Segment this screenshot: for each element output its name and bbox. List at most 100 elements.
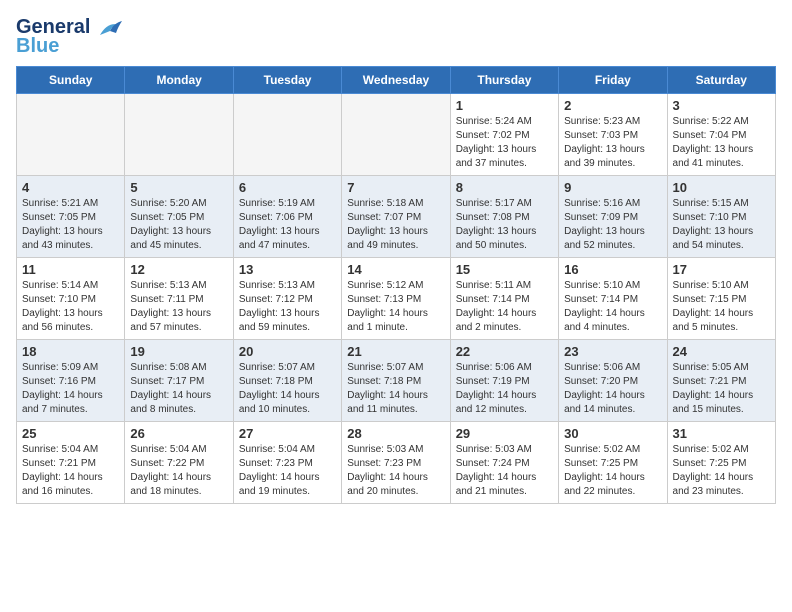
- calendar-cell: 25Sunrise: 5:04 AM Sunset: 7:21 PM Dayli…: [17, 422, 125, 504]
- logo-bird-icon: [92, 17, 124, 39]
- calendar-cell: 2Sunrise: 5:23 AM Sunset: 7:03 PM Daylig…: [559, 94, 667, 176]
- day-header-saturday: Saturday: [667, 67, 775, 94]
- cell-info: Sunrise: 5:24 AM Sunset: 7:02 PM Dayligh…: [456, 115, 553, 171]
- calendar-cell: 23 Sunrise: 5:06 AM Sunset: 7:20 PM Dayli…: [559, 340, 667, 422]
- week-row-5: 25Sunrise: 5:04 AM Sunset: 7:21 PM Dayli…: [17, 422, 776, 504]
- calendar-cell: 4 Sunrise: 5:21 AM Sunset: 7:05 PM Daylig…: [17, 176, 125, 258]
- calendar-cell: 17 Sunrise: 5:10 AM Sunset: 7:15 PM Dayli…: [667, 258, 775, 340]
- week-row-2: 4 Sunrise: 5:21 AM Sunset: 7:05 PM Daylig…: [17, 176, 776, 258]
- date-number: 15: [456, 262, 553, 277]
- cell-info: Sunrise: 5:08 AM Sunset: 7:17 PM Dayligh…: [130, 361, 227, 417]
- cell-info: Sunrise: 5:10 AM Sunset: 7:14 PM Dayligh…: [564, 279, 661, 335]
- calendar-cell: 19Sunrise: 5:08 AM Sunset: 7:17 PM Dayli…: [125, 340, 233, 422]
- cell-info: Sunrise: 5:21 AM Sunset: 7:05 PM Dayligh…: [22, 197, 119, 253]
- cell-info: Sunrise: 5:03 AM Sunset: 7:24 PM Dayligh…: [456, 443, 553, 499]
- date-number: 6: [239, 180, 336, 195]
- calendar-cell: 13Sunrise: 5:13 AM Sunset: 7:12 PM Dayli…: [233, 258, 341, 340]
- day-header-tuesday: Tuesday: [233, 67, 341, 94]
- calendar-cell: [17, 94, 125, 176]
- date-number: 31: [673, 426, 770, 441]
- date-number: 3: [673, 98, 770, 113]
- cell-info: Sunrise: 5:02 AM Sunset: 7:25 PM Dayligh…: [673, 443, 770, 499]
- calendar-cell: 18Sunrise: 5:09 AM Sunset: 7:16 PM Dayli…: [17, 340, 125, 422]
- calendar-cell: 16 Sunrise: 5:10 AM Sunset: 7:14 PM Dayli…: [559, 258, 667, 340]
- day-header-friday: Friday: [559, 67, 667, 94]
- date-number: 22: [456, 344, 553, 359]
- date-number: 1: [456, 98, 553, 113]
- calendar-cell: 7 Sunrise: 5:18 AM Sunset: 7:07 PM Daylig…: [342, 176, 450, 258]
- cell-info: Sunrise: 5:18 AM Sunset: 7:07 PM Dayligh…: [347, 197, 444, 253]
- cell-info: Sunrise: 5:04 AM Sunset: 7:22 PM Dayligh…: [130, 443, 227, 499]
- calendar-cell: 1 Sunrise: 5:24 AM Sunset: 7:02 PM Daylig…: [450, 94, 558, 176]
- date-number: 7: [347, 180, 444, 195]
- date-number: 9: [564, 180, 661, 195]
- calendar-cell: 9 Sunrise: 5:16 AM Sunset: 7:09 PM Daylig…: [559, 176, 667, 258]
- cell-info: Sunrise: 5:02 AM Sunset: 7:25 PM Dayligh…: [564, 443, 661, 499]
- cell-info: Sunrise: 5:19 AM Sunset: 7:06 PM Dayligh…: [239, 197, 336, 253]
- calendar-cell: 10 Sunrise: 5:15 AM Sunset: 7:10 PM Dayli…: [667, 176, 775, 258]
- date-number: 10: [673, 180, 770, 195]
- calendar-cell: 8 Sunrise: 5:17 AM Sunset: 7:08 PM Daylig…: [450, 176, 558, 258]
- cell-info: Sunrise: 5:22 AM Sunset: 7:04 PM Dayligh…: [673, 115, 770, 171]
- calendar-cell: 28 Sunrise: 5:03 AM Sunset: 7:23 PM Dayli…: [342, 422, 450, 504]
- page-header: General Blue: [16, 16, 776, 58]
- calendar-cell: 6 Sunrise: 5:19 AM Sunset: 7:06 PM Daylig…: [233, 176, 341, 258]
- calendar-cell: 31 Sunrise: 5:02 AM Sunset: 7:25 PM Dayli…: [667, 422, 775, 504]
- logo: General Blue: [16, 16, 124, 58]
- cell-info: Sunrise: 5:14 AM Sunset: 7:10 PM Dayligh…: [22, 279, 119, 335]
- day-header-wednesday: Wednesday: [342, 67, 450, 94]
- calendar-cell: [233, 94, 341, 176]
- header-row: SundayMondayTuesdayWednesdayThursdayFrid…: [17, 67, 776, 94]
- calendar-cell: 27 Sunrise: 5:04 AM Sunset: 7:23 PM Dayli…: [233, 422, 341, 504]
- week-row-4: 18Sunrise: 5:09 AM Sunset: 7:16 PM Dayli…: [17, 340, 776, 422]
- cell-info: Sunrise: 5:23 AM Sunset: 7:03 PM Dayligh…: [564, 115, 661, 171]
- calendar-cell: 15 Sunrise: 5:11 AM Sunset: 7:14 PM Dayli…: [450, 258, 558, 340]
- cell-info: Sunrise: 5:12 AM Sunset: 7:13 PM Dayligh…: [347, 279, 444, 335]
- calendar-cell: 29 Sunrise: 5:03 AM Sunset: 7:24 PM Dayli…: [450, 422, 558, 504]
- day-header-sunday: Sunday: [17, 67, 125, 94]
- date-number: 30: [564, 426, 661, 441]
- cell-info: Sunrise: 5:03 AM Sunset: 7:23 PM Dayligh…: [347, 443, 444, 499]
- cell-info: Sunrise: 5:15 AM Sunset: 7:10 PM Dayligh…: [673, 197, 770, 253]
- date-number: 26: [130, 426, 227, 441]
- date-number: 21: [347, 344, 444, 359]
- date-number: 17: [673, 262, 770, 277]
- day-header-thursday: Thursday: [450, 67, 558, 94]
- date-number: 5: [130, 180, 227, 195]
- calendar-cell: 26 Sunrise: 5:04 AM Sunset: 7:22 PM Dayli…: [125, 422, 233, 504]
- calendar-cell: 14 Sunrise: 5:12 AM Sunset: 7:13 PM Dayli…: [342, 258, 450, 340]
- date-number: 23: [564, 344, 661, 359]
- day-header-monday: Monday: [125, 67, 233, 94]
- cell-info: Sunrise: 5:07 AM Sunset: 7:18 PM Dayligh…: [347, 361, 444, 417]
- date-number: 27: [239, 426, 336, 441]
- date-number: 18: [22, 344, 119, 359]
- date-number: 14: [347, 262, 444, 277]
- date-number: 16: [564, 262, 661, 277]
- cell-info: Sunrise: 5:13 AM Sunset: 7:11 PM Dayligh…: [130, 279, 227, 335]
- calendar-cell: 21 Sunrise: 5:07 AM Sunset: 7:18 PM Dayli…: [342, 340, 450, 422]
- calendar-cell: 20Sunrise: 5:07 AM Sunset: 7:18 PM Dayli…: [233, 340, 341, 422]
- date-number: 4: [22, 180, 119, 195]
- calendar-cell: 24Sunrise: 5:05 AM Sunset: 7:21 PM Dayli…: [667, 340, 775, 422]
- logo-blue: Blue: [16, 35, 59, 58]
- cell-info: Sunrise: 5:17 AM Sunset: 7:08 PM Dayligh…: [456, 197, 553, 253]
- date-number: 8: [456, 180, 553, 195]
- date-number: 29: [456, 426, 553, 441]
- cell-info: Sunrise: 5:04 AM Sunset: 7:23 PM Dayligh…: [239, 443, 336, 499]
- cell-info: Sunrise: 5:16 AM Sunset: 7:09 PM Dayligh…: [564, 197, 661, 253]
- calendar-cell: 3 Sunrise: 5:22 AM Sunset: 7:04 PM Daylig…: [667, 94, 775, 176]
- date-number: 11: [22, 262, 119, 277]
- calendar-cell: 12Sunrise: 5:13 AM Sunset: 7:11 PM Dayli…: [125, 258, 233, 340]
- cell-info: Sunrise: 5:10 AM Sunset: 7:15 PM Dayligh…: [673, 279, 770, 335]
- cell-info: Sunrise: 5:11 AM Sunset: 7:14 PM Dayligh…: [456, 279, 553, 335]
- week-row-3: 11 Sunrise: 5:14 AM Sunset: 7:10 PM Dayli…: [17, 258, 776, 340]
- cell-info: Sunrise: 5:06 AM Sunset: 7:19 PM Dayligh…: [456, 361, 553, 417]
- cell-info: Sunrise: 5:07 AM Sunset: 7:18 PM Dayligh…: [239, 361, 336, 417]
- calendar-cell: 22 Sunrise: 5:06 AM Sunset: 7:19 PM Dayli…: [450, 340, 558, 422]
- date-number: 24: [673, 344, 770, 359]
- calendar-table: SundayMondayTuesdayWednesdayThursdayFrid…: [16, 66, 776, 504]
- week-row-1: 1 Sunrise: 5:24 AM Sunset: 7:02 PM Daylig…: [17, 94, 776, 176]
- date-number: 28: [347, 426, 444, 441]
- calendar-cell: 30 Sunrise: 5:02 AM Sunset: 7:25 PM Dayli…: [559, 422, 667, 504]
- cell-info: Sunrise: 5:06 AM Sunset: 7:20 PM Dayligh…: [564, 361, 661, 417]
